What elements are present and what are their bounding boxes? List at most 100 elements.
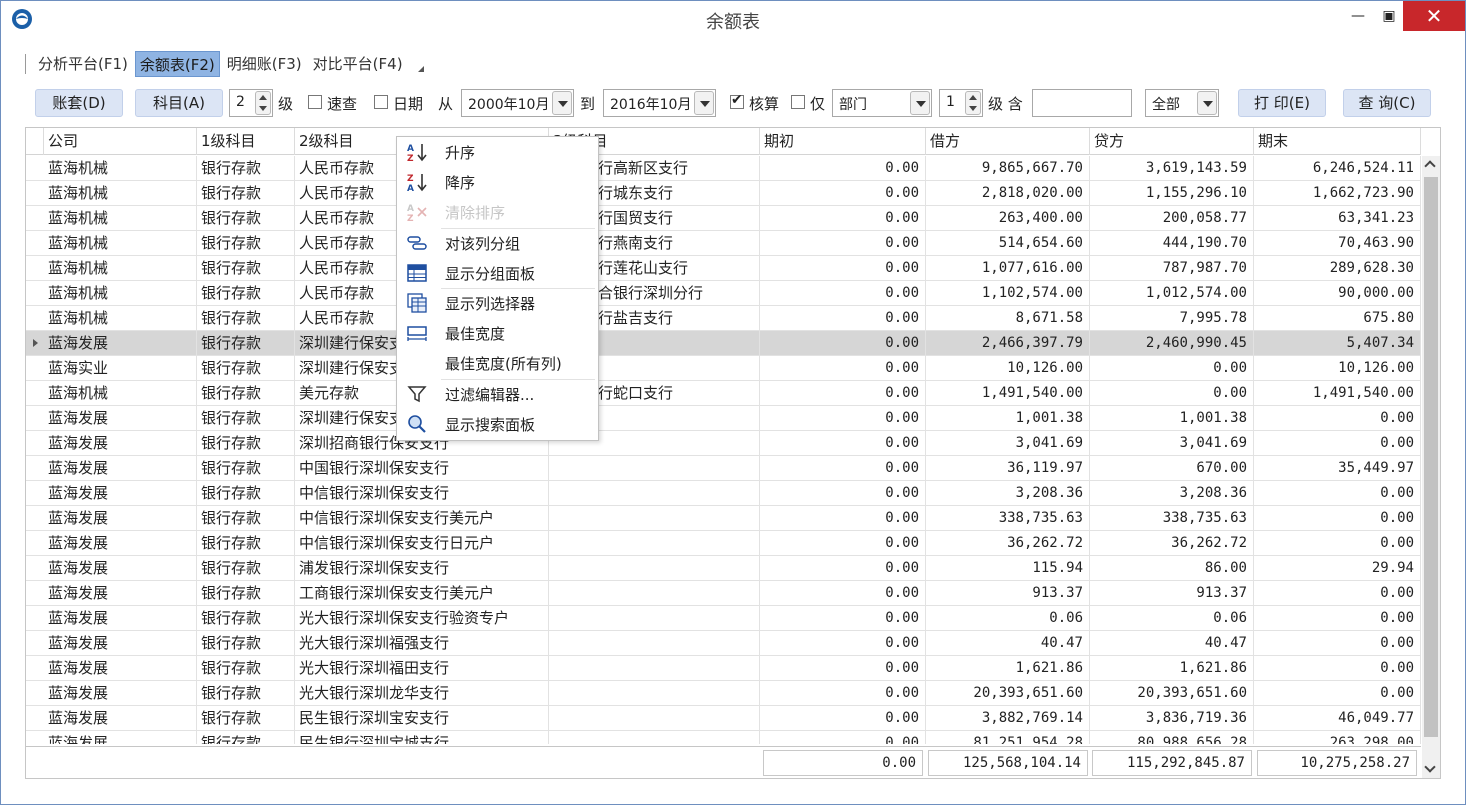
cell-level2-subject[interactable]: 中信银行深圳保安支行日元户 [295, 531, 549, 556]
row-indicator[interactable] [26, 231, 44, 256]
header-level1-subject[interactable]: 1级科目 [197, 128, 295, 155]
table-row[interactable]: 蓝海发展 银行存款 浦发银行深圳保安支行 0.00 115.94 86.00 29.94 [26, 556, 1421, 581]
cell-credit[interactable]: 787,987.70 [1090, 256, 1254, 281]
account-set-button[interactable]: 账套(D) [35, 89, 123, 117]
row-indicator[interactable] [26, 156, 44, 181]
cell-credit[interactable]: 3,041.69 [1090, 431, 1254, 456]
table-row[interactable]: 蓝海发展 银行存款 中信银行深圳保安支行 0.00 3,208.36 3,208.36 0.… [26, 481, 1421, 506]
cell-company[interactable]: 蓝海发展 [44, 531, 197, 556]
cell-debit[interactable]: 1,102,574.00 [926, 281, 1090, 306]
cell-opening[interactable]: 0.00 [760, 306, 926, 331]
cell-company[interactable]: 蓝海机械 [44, 231, 197, 256]
cell-closing[interactable]: 5,407.34 [1254, 331, 1421, 356]
table-row[interactable]: 蓝海发展 银行存款 民生银行深圳宝安支行 0.00 3,882,769.14 3,836,… [26, 706, 1421, 731]
cell-credit[interactable]: 444,190.70 [1090, 231, 1254, 256]
cell-company[interactable]: 蓝海发展 [44, 731, 197, 744]
vertical-scrollbar[interactable] [1422, 156, 1440, 778]
cell-level1-subject[interactable]: 银行存款 [197, 181, 295, 206]
cell-company[interactable]: 蓝海发展 [44, 331, 197, 356]
from-date-select[interactable]: 2000年10月 [461, 89, 574, 117]
cell-closing[interactable]: 46,049.77 [1254, 706, 1421, 731]
cell-closing[interactable]: 10,126.00 [1254, 356, 1421, 381]
cell-closing[interactable]: 0.00 [1254, 431, 1421, 456]
cell-level1-subject[interactable]: 银行存款 [197, 531, 295, 556]
cell-debit[interactable]: 10,126.00 [926, 356, 1090, 381]
row-indicator[interactable] [26, 456, 44, 481]
menu-item-group-column[interactable]: 对该列分组 [397, 228, 598, 258]
cell-level2-subject[interactable]: 民生银行深圳宝城支行 [295, 731, 549, 744]
cell-level1-subject[interactable]: 银行存款 [197, 506, 295, 531]
cell-credit[interactable]: 3,208.36 [1090, 481, 1254, 506]
cell-credit[interactable]: 3,836,719.36 [1090, 706, 1254, 731]
cell-level2-subject[interactable]: 光大银行深圳龙华支行 [295, 681, 549, 706]
cell-credit[interactable]: 0.00 [1090, 356, 1254, 381]
cell-opening[interactable]: 0.00 [760, 331, 926, 356]
date-checkbox[interactable] [374, 95, 388, 109]
cell-level1-subject[interactable]: 银行存款 [197, 281, 295, 306]
cell-debit[interactable]: 1,491,540.00 [926, 381, 1090, 406]
cell-credit[interactable]: 86.00 [1090, 556, 1254, 581]
cell-opening[interactable]: 0.00 [760, 181, 926, 206]
row-indicator[interactable] [26, 356, 44, 381]
cell-level3-subject[interactable] [549, 681, 760, 706]
cell-credit[interactable]: 2,460,990.45 [1090, 331, 1254, 356]
cell-level1-subject[interactable]: 银行存款 [197, 356, 295, 381]
cell-credit[interactable]: 20,393,651.60 [1090, 681, 1254, 706]
cell-level1-subject[interactable]: 银行存款 [197, 156, 295, 181]
cell-level1-subject[interactable]: 银行存款 [197, 731, 295, 744]
cell-level1-subject[interactable]: 银行存款 [197, 556, 295, 581]
cell-opening[interactable]: 0.00 [760, 656, 926, 681]
cell-closing[interactable]: 0.00 [1254, 606, 1421, 631]
cell-opening[interactable]: 0.00 [760, 256, 926, 281]
cell-opening[interactable]: 0.00 [760, 506, 926, 531]
cell-closing[interactable]: 0.00 [1254, 631, 1421, 656]
cell-company[interactable]: 蓝海发展 [44, 556, 197, 581]
menu-item-best-fit[interactable]: 最佳宽度 [397, 318, 598, 348]
menu-item-sort-desc[interactable]: Z A 降序 [397, 167, 598, 197]
cell-opening[interactable]: 0.00 [760, 431, 926, 456]
table-row[interactable]: 蓝海发展 银行存款 光大银行深圳福田支行 0.00 1,621.86 1,621.86 0.… [26, 656, 1421, 681]
table-row[interactable]: 蓝海发展 银行存款 中信银行深圳保安支行日元户 0.00 36,262.72 36,262… [26, 531, 1421, 556]
cell-closing[interactable]: 0.00 [1254, 481, 1421, 506]
table-row[interactable]: 蓝海发展 银行存款 工商银行深圳保安支行美元户 0.00 913.37 913.37 0.0… [26, 581, 1421, 606]
cell-opening[interactable]: 0.00 [760, 281, 926, 306]
cell-company[interactable]: 蓝海发展 [44, 631, 197, 656]
cell-opening[interactable]: 0.00 [760, 581, 926, 606]
cell-debit[interactable]: 0.06 [926, 606, 1090, 631]
row-indicator[interactable] [26, 581, 44, 606]
cell-level3-subject[interactable] [549, 481, 760, 506]
scroll-thumb[interactable] [1424, 177, 1438, 737]
cell-debit[interactable]: 1,621.86 [926, 656, 1090, 681]
cell-credit[interactable]: 3,619,143.59 [1090, 156, 1254, 181]
cell-credit[interactable]: 338,735.63 [1090, 506, 1254, 531]
cell-closing[interactable]: 90,000.00 [1254, 281, 1421, 306]
print-button[interactable]: 打 印(E) [1238, 89, 1326, 117]
cell-credit[interactable]: 1,001.38 [1090, 406, 1254, 431]
cell-debit[interactable]: 40.47 [926, 631, 1090, 656]
cell-level1-subject[interactable]: 银行存款 [197, 581, 295, 606]
row-indicator[interactable] [26, 631, 44, 656]
cell-level2-subject[interactable]: 工商银行深圳保安支行美元户 [295, 581, 549, 606]
cell-level3-subject[interactable] [549, 456, 760, 481]
chevron-down-icon[interactable] [694, 91, 714, 115]
cell-level3-subject[interactable] [549, 606, 760, 631]
level-stepper[interactable]: 2 [229, 89, 273, 117]
cell-company[interactable]: 蓝海发展 [44, 681, 197, 706]
table-row[interactable]: 蓝海机械 银行存款 人民币存款 建设银行城东支行 0.00 2,818,020.00 1,1… [26, 181, 1421, 206]
cell-debit[interactable]: 2,466,397.79 [926, 331, 1090, 356]
cell-level2-subject[interactable]: 光大银行深圳保安支行验资专户 [295, 606, 549, 631]
cell-debit[interactable]: 36,119.97 [926, 456, 1090, 481]
cell-level1-subject[interactable]: 银行存款 [197, 481, 295, 506]
quick-check-checkbox[interactable] [308, 95, 322, 109]
cell-opening[interactable]: 0.00 [760, 681, 926, 706]
header-credit[interactable]: 贷方 [1090, 128, 1254, 155]
close-button[interactable]: ✕ [1403, 1, 1465, 31]
row-indicator[interactable] [26, 331, 44, 356]
tab-ledger-detail[interactable]: 明细账(F3) [223, 51, 306, 77]
row-indicator[interactable] [26, 256, 44, 281]
table-row[interactable]: 蓝海发展 银行存款 深圳招商银行保安支行 0.00 3,041.69 3,041.69 0.… [26, 431, 1421, 456]
query-button[interactable]: 查 询(C) [1343, 89, 1431, 117]
cell-closing[interactable]: 0.00 [1254, 681, 1421, 706]
cell-level3-subject[interactable] [549, 556, 760, 581]
only-checkbox[interactable] [791, 95, 805, 109]
